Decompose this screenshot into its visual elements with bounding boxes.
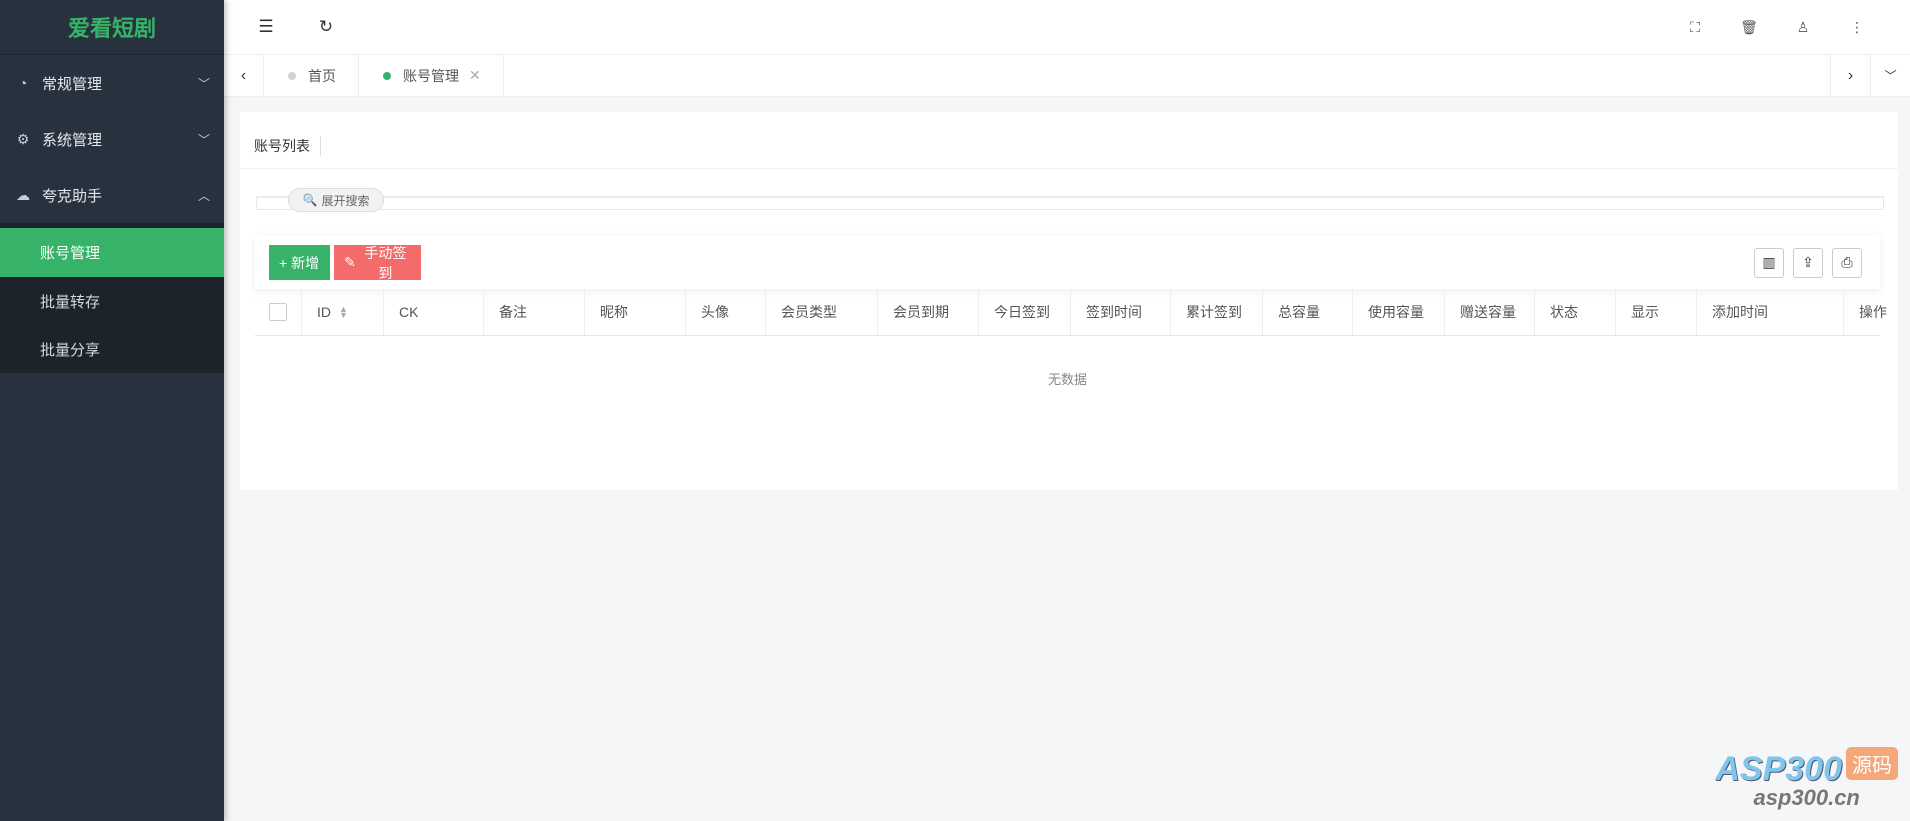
edit-icon: ✎ [344,254,356,270]
column-header-label: 昵称 [600,304,628,320]
column-header[interactable]: 赠送容量 [1445,289,1535,335]
column-header[interactable]: ID ▲ ▼ [302,289,384,335]
column-header-label: 签到时间 [1086,304,1142,320]
submenu: 账号管理 批量转存 批量分享 [0,223,224,373]
columns-icon[interactable]: ▥ [1754,247,1784,278]
column-header[interactable]: 备注 [484,289,585,335]
column-header-label: ID [317,304,331,320]
tab-home[interactable]: 首页 [264,55,359,96]
card-title: 账号列表 [254,136,321,156]
add-button[interactable]: + 新增 [269,245,330,280]
dashboard-icon: ◔ [18,75,28,91]
column-header[interactable]: 会员到期 [878,289,979,335]
watermark-brand: ASP300 [1715,750,1842,788]
chevron-left-icon[interactable]: ‹ [224,55,264,96]
trash-icon[interactable]: 🗑 [1722,0,1776,55]
sidebar: 爱看短剧 ◔ 常规管理 ﹀ ⚙ 系统管理 ﹀ ☁ 夸克助手 ︿ 账号管理 批量转… [0,0,224,821]
tab-label: 账号管理 [403,67,459,84]
column-header-label: 显示 [1631,304,1659,320]
tab-dot [288,71,296,80]
tab-accounts[interactable]: 账号管理 ✕ [359,55,504,96]
logo: 爱看短剧 [0,0,224,55]
manual-sign-button[interactable]: ✎ 手动签到 [334,244,421,281]
column-header[interactable]: 状态 [1535,289,1616,335]
tab-label: 首页 [308,67,336,84]
table-header: ID ▲ ▼ CK 备注 昵称 头像 会员类型 会员到期 今日签到 签到时间 累计签到 总容量 使用容量 赠… [255,289,1887,336]
account-list-card: 账号列表 🔍 展开搜索 + 新增 ✎ 手动签到 ▥ ⇪ ⎙ ID ▲ ▼ CK 备注 昵称 头… [240,112,1898,490]
column-header[interactable]: 添加时间 [1697,289,1844,335]
search-icon: 🔍 [302,193,318,207]
column-header[interactable]: 签到时间 [1071,289,1171,335]
tab-dot [383,71,391,80]
chevron-down-icon[interactable]: ﹀ [1870,55,1910,96]
chevron-right-icon[interactable]: › [1830,55,1870,96]
watermark: ASP300 源码 asp300.cn [1715,747,1898,811]
column-header-label: CK [399,304,419,320]
search-fieldset [256,196,1884,210]
column-header[interactable]: 总容量 [1263,289,1353,335]
expand-search-button[interactable]: 🔍 展开搜索 [288,188,384,212]
column-header-label: 头像 [701,304,729,320]
column-header-label: 会员到期 [893,304,949,320]
column-header[interactable]: CK [384,289,484,335]
sidebar-item-label: 夸克助手 [42,187,103,205]
column-header-label: 会员类型 [781,304,837,320]
manual-sign-label: 手动签到 [364,244,407,281]
column-header[interactable]: 使用容量 [1353,289,1445,335]
expand-search-label: 展开搜索 [321,193,370,208]
refresh-icon[interactable]: ↻ [296,0,356,55]
column-header-label: 使用容量 [1368,304,1424,320]
column-header[interactable]: 昵称 [585,289,686,335]
chevron-down-icon: ﹀ [197,76,210,91]
column-header-label: 赠送容量 [1460,304,1516,320]
cloud-upload-icon: ☁ [16,186,30,203]
sidebar-item-batch-share[interactable]: 批量分享 [0,325,224,373]
column-header-label: 累计签到 [1186,304,1242,320]
fullscreen-icon[interactable]: ⛶ [1668,0,1722,55]
sidebar-item-accounts[interactable]: 账号管理 [0,228,224,277]
sidebar-item-label: 系统管理 [42,131,103,149]
tab-bar: ‹ 首页 账号管理 ✕ › ﹀ [224,55,1910,97]
print-icon[interactable]: ⎙ [1832,247,1862,278]
user-icon[interactable]: ♙ [1776,0,1830,55]
sidebar-item-batch-transfer[interactable]: 批量转存 [0,277,224,325]
select-all-cell [255,289,302,335]
column-header[interactable]: 操作 [1844,289,1898,335]
close-icon[interactable]: ✕ [469,67,481,84]
sidebar-item-label: 常规管理 [42,75,103,93]
chevron-down-icon: ﹀ [197,132,210,147]
table-toolbar: + 新增 ✎ 手动签到 ▥ ⇪ ⎙ [255,236,1880,289]
column-header-label: 添加时间 [1712,304,1768,320]
column-header[interactable]: 显示 [1616,289,1697,335]
column-header-label: 今日签到 [994,304,1050,320]
column-header-label: 状态 [1550,304,1578,320]
column-header[interactable]: 会员类型 [766,289,878,335]
chevron-up-icon: ︿ [197,188,210,203]
sidebar-item-quark[interactable]: ☁ 夸克助手 ︿ [0,167,224,223]
column-header[interactable]: 累计签到 [1171,289,1263,335]
column-header-label: 操作 [1859,304,1887,320]
select-all-checkbox[interactable] [269,303,287,321]
sort-icon[interactable]: ▲ ▼ [339,305,348,320]
sidebar-item-system[interactable]: ⚙ 系统管理 ﹀ [0,111,224,167]
column-header[interactable]: 今日签到 [979,289,1071,335]
menu-fold-icon[interactable]: ☰ [236,0,296,55]
gear-icon: ⚙ [16,130,30,147]
column-header-label: 备注 [499,304,527,320]
column-header[interactable]: 头像 [686,289,766,335]
sidebar-item-general[interactable]: ◔ 常规管理 ﹀ [0,55,224,111]
watermark-badge: 源码 [1846,747,1898,780]
column-header-label: 总容量 [1278,304,1320,320]
more-vertical-icon[interactable]: ⋮ [1830,0,1884,55]
export-icon[interactable]: ⇪ [1793,247,1823,278]
header: ☰ ↻ ⛶ 🗑 ♙ ⋮ [224,0,1910,55]
empty-state: 无数据 [1047,372,1087,387]
accounts-table: ID ▲ ▼ CK 备注 昵称 头像 会员类型 会员到期 今日签到 签到时间 累计签到 总容量 使用容量 赠… [255,289,1887,388]
